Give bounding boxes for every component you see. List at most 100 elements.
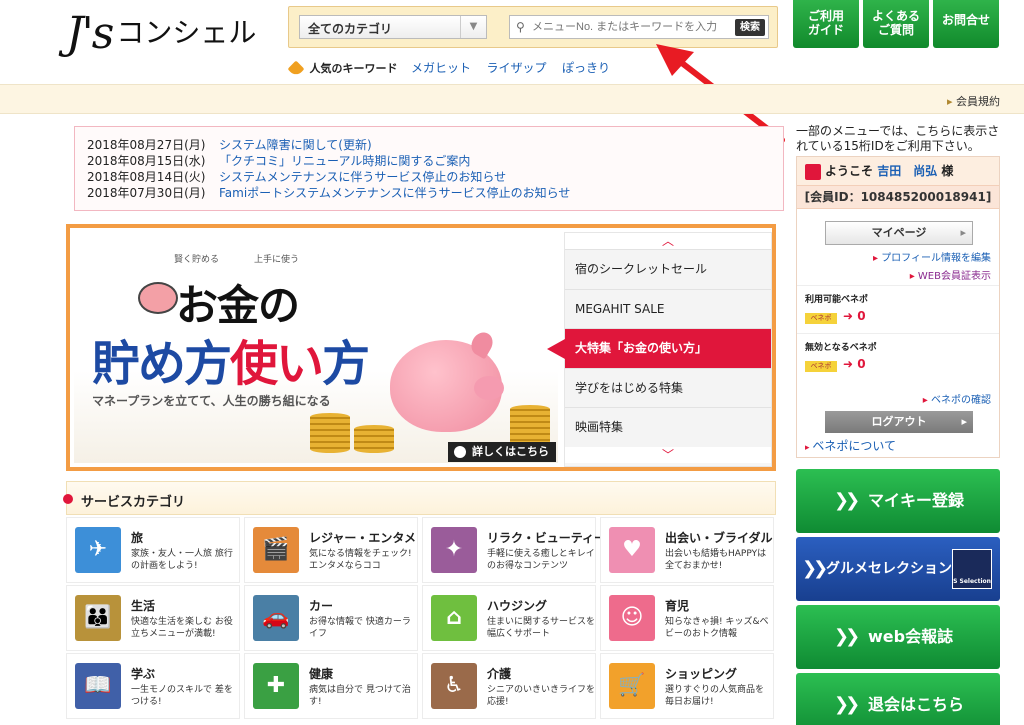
withdraw-button[interactable]: ❯❯ 退会はこちら <box>796 673 1000 725</box>
keyword-link[interactable]: ぽっきり <box>562 61 610 75</box>
logout-button[interactable]: ログアウト <box>825 411 973 433</box>
popular-keywords-label: 人気のキーワード <box>309 62 398 75</box>
coin-stack-icon <box>310 413 350 453</box>
feature-item[interactable]: 映画特集 <box>565 407 771 447</box>
chevron-down-icon[interactable]: ﹀ <box>565 446 771 463</box>
feature-item[interactable]: 学びをはじめる特集 <box>565 367 771 407</box>
coin-stack-icon <box>354 425 394 453</box>
service-category-item[interactable]: ☺ 育児 知らなきゃ損! キッズ&ベビーのおトク情報 <box>600 585 774 651</box>
benepo-expiring-label: 無効となるベネポ <box>805 343 877 353</box>
double-chevron-icon: ❯❯ <box>802 558 828 579</box>
news-link[interactable]: システムメンテナンスに伴うサービス停止のお知らせ <box>219 170 506 184</box>
banner-headline-2b: 使い <box>230 336 324 392</box>
service-category-item[interactable]: ♿ 介護シニアのいきいきライフを応援! <box>422 653 596 719</box>
service-category-item[interactable]: ♥ 出会い・ブライダル 出会いも結婚もHAPPYは全ておまかせ! <box>600 517 774 583</box>
s-selection-logo: S Selection <box>952 549 992 589</box>
wheelchair-icon: ♿ <box>431 663 477 709</box>
service-category-item[interactable]: ✈ 旅家族・友人・一人旅 旅行の計画をしよう! <box>66 517 240 583</box>
benepo-available: 利用可能ベネポ ベネポ ➜ 0 <box>797 285 999 333</box>
faq-label-2: ご質問 <box>877 23 914 37</box>
benepo-expiring-number: 0 <box>857 357 866 371</box>
search-button[interactable]: 検索 <box>735 19 765 36</box>
benepo-expiring-value: ➜ 0 <box>843 357 866 371</box>
benepo-badge: ベネポ <box>805 361 837 372</box>
service-category-desc: シニアのいきいきライフを応援! <box>487 685 596 707</box>
button-label: web会報誌 <box>868 627 954 646</box>
site-logo[interactable]: J's コンシェル <box>66 8 256 59</box>
faq-label-1: よくある <box>871 9 920 23</box>
news-link[interactable]: システム障害に関して(更新) <box>219 138 372 152</box>
service-category-name: 介護 <box>487 667 512 681</box>
service-category-desc: 一生モノのスキルで 差をつける! <box>131 685 233 707</box>
airplane-icon: ✈ <box>75 527 121 573</box>
double-chevron-icon: ❯❯ <box>834 694 860 715</box>
service-category-item[interactable]: ✦ リラク・ビューティー 手軽に使える癒しとキレイのお得なコンテンツ <box>422 517 606 583</box>
service-category-name: 学ぶ <box>131 667 156 681</box>
keyword-link[interactable]: ライザップ <box>487 61 547 75</box>
family-icon: 👪 <box>75 595 121 641</box>
service-category-item[interactable]: 📖 学ぶ一生モノのスキルで 差をつける! <box>66 653 240 719</box>
service-category-item[interactable]: 🚗 カー お得な情報で 快適カーライフ <box>244 585 418 651</box>
service-category-desc: 選りすぐりの人気商品を 毎日お届け! <box>665 685 765 707</box>
feature-carousel: 賢く貯める 上手に使う お金の 貯め方使い方 マネープランを立てて、人生の勝ち組… <box>66 224 776 471</box>
service-category-item[interactable]: 👪 生活 快適な生活を楽しむ お役立ちメニューが満載! <box>66 585 240 651</box>
search-field: ⚲ 検索 <box>509 15 769 39</box>
news-link[interactable]: 「クチコミ」リニューアル時期に関するご案内 <box>219 154 470 168</box>
header: J'sコンシェル 全てのカテゴリ ▼ ⚲ 検索 人気のキーワード メガヒット ラ… <box>0 0 1024 84</box>
clapperboard-icon: 🎬 <box>253 527 299 573</box>
button-label: マイキー登録 <box>868 491 965 510</box>
double-chevron-icon: ❯❯ <box>834 626 860 647</box>
service-category-desc: 病気は自分で 見つけて治す! <box>309 685 411 707</box>
service-category-item[interactable]: ✚ 健康 病気は自分で 見つけて治す! <box>244 653 418 719</box>
feature-item[interactable]: 宿のシークレットセール <box>565 249 771 289</box>
service-category-desc: お得な情報で 快適カーライフ <box>309 617 411 639</box>
category-select[interactable]: 全てのカテゴリ ▼ <box>299 15 487 39</box>
usage-guide-label-1: ご利用 <box>807 9 844 23</box>
faq-button[interactable]: よくある ご質問 <box>863 0 929 48</box>
service-category-name: ショッピング <box>665 667 738 681</box>
detail-button[interactable]: 詳しくはこちら <box>448 442 556 462</box>
benepo-badge: ベネポ <box>805 313 837 324</box>
chevron-up-icon[interactable]: ︿ <box>565 233 771 249</box>
baby-face-icon: ☺ <box>609 595 655 641</box>
mykey-register-button[interactable]: ❯❯ マイキー登録 <box>796 469 1000 533</box>
book-icon: 📖 <box>75 663 121 709</box>
button-label: グルメセレクション <box>826 561 952 577</box>
contact-label: お問合せ <box>941 13 990 27</box>
web-magazine-button[interactable]: ❯❯ web会報誌 <box>796 605 1000 669</box>
banner-image[interactable]: 賢く貯める 上手に使う お金の 貯め方使い方 マネープランを立てて、人生の勝ち組… <box>74 232 558 463</box>
about-benepo-link[interactable]: ベネポについて <box>805 437 896 454</box>
news-date: 2018年08月14日(火) <box>87 170 206 184</box>
pig-snout <box>474 376 504 400</box>
benepo-available-number: 0 <box>857 309 866 323</box>
feature-item[interactable]: MEGAHIT SALE <box>565 288 771 328</box>
service-category-item[interactable]: 🛒 ショッピング選りすぐりの人気商品を 毎日お届け! <box>600 653 774 719</box>
feature-item-active[interactable]: 大特集「お金の使い方」 <box>547 328 771 368</box>
welcome-row: ようこそ 吉田 尚弘 様 <box>797 157 999 185</box>
welcome-text: ようこそ <box>825 164 874 178</box>
medical-cross-icon: ✚ <box>253 663 299 709</box>
gourmet-selection-button[interactable]: ❯❯ グルメセレクション S Selection <box>796 537 1000 601</box>
cart-icon: 🛒 <box>609 663 655 709</box>
web-card-link[interactable]: WEB会員証表示 <box>910 267 991 282</box>
contact-button[interactable]: お問合せ <box>933 0 999 48</box>
mypage-button[interactable]: マイページ <box>825 221 973 245</box>
service-category-item[interactable]: 🎬 レジャー・エンタメ 気になる情報をチェック! エンタメならココ <box>244 517 418 583</box>
banner-headline-2c: 方 <box>322 336 370 392</box>
popular-keywords: 人気のキーワード メガヒット ライザップ ぽっきり <box>287 59 622 78</box>
terms-link[interactable]: 会員規約 <box>947 93 1000 109</box>
service-category-name: 生活 <box>131 599 156 613</box>
service-category-desc: 手軽に使える癒しとキレイのお得なコンテンツ <box>487 549 595 571</box>
honorific: 様 <box>941 164 954 178</box>
profile-edit-link[interactable]: プロフィール情報を編集 <box>873 249 991 264</box>
search-input[interactable] <box>532 19 732 35</box>
news-box: 2018年08月27日(月) システム障害に関して(更新) 2018年08月15日… <box>74 126 784 211</box>
benepo-confirm-link[interactable]: ベネポの確認 <box>923 391 991 406</box>
service-category-title: サービスカテゴリ <box>81 495 186 510</box>
member-id: [会員ID：108485200018941] <box>797 185 999 209</box>
service-category-item[interactable]: ⌂ ハウジング 住まいに関するサービスを幅広くサポート <box>422 585 596 651</box>
usage-guide-button[interactable]: ご利用 ガイド <box>793 0 859 48</box>
news-link[interactable]: Famiポートシステムメンテナンスに伴うサービス停止のお知らせ <box>219 186 570 200</box>
keyword-link[interactable]: メガヒット <box>411 61 471 75</box>
search-key-icon <box>805 163 821 180</box>
